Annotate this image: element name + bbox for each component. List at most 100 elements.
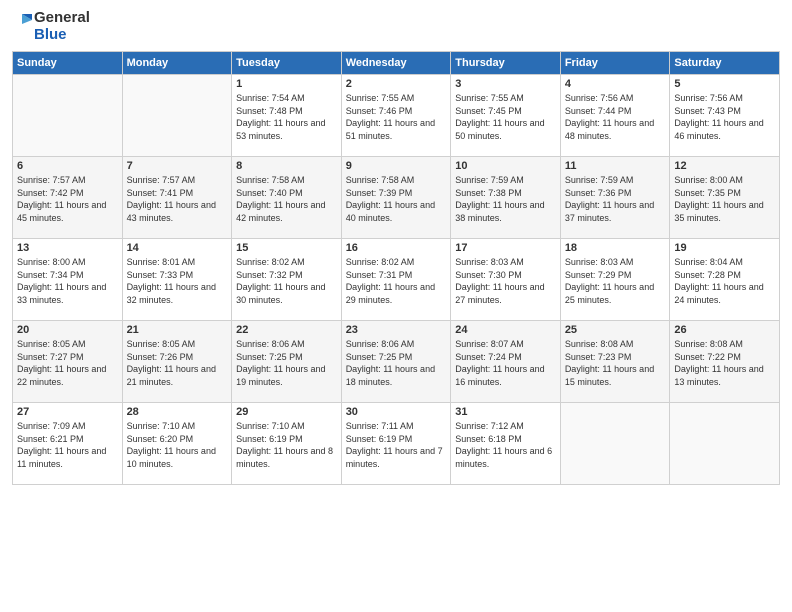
calendar-cell: 17 Sunrise: 8:03 AM Sunset: 7:30 PM Dayli…	[451, 239, 561, 321]
day-number: 15	[236, 242, 337, 254]
header: General Blue	[12, 10, 780, 43]
logo: General Blue	[12, 10, 90, 43]
calendar-cell: 14 Sunrise: 8:01 AM Sunset: 7:33 PM Dayli…	[122, 239, 232, 321]
day-info: Sunrise: 7:09 AM Sunset: 6:21 PM Dayligh…	[17, 420, 118, 470]
logo-blue-text: Blue	[34, 27, 90, 44]
calendar-cell: 21Sunrise: 8:05 AM Sunset: 7:26 PM Dayli…	[122, 321, 232, 403]
day-number: 22	[236, 324, 337, 336]
day-info: Sunrise: 7:58 AM Sunset: 7:40 PM Dayligh…	[236, 174, 337, 224]
day-info: Sunrise: 8:08 AM Sunset: 7:23 PM Dayligh…	[565, 338, 666, 388]
day-number: 10	[455, 160, 556, 172]
day-number: 1	[236, 78, 337, 90]
calendar-cell: 8 Sunrise: 7:58 AM Sunset: 7:40 PM Daylig…	[232, 157, 342, 239]
day-number: 30	[346, 406, 447, 418]
main-container: General Blue SundayMondayTuesdayWednesda…	[0, 0, 792, 493]
calendar-cell: 1 Sunrise: 7:54 AM Sunset: 7:48 PM Daylig…	[232, 75, 342, 157]
calendar-cell: 2 Sunrise: 7:55 AM Sunset: 7:46 PM Daylig…	[341, 75, 451, 157]
week-row-5: 27 Sunrise: 7:09 AM Sunset: 6:21 PM Dayli…	[13, 403, 780, 485]
day-number: 11	[565, 160, 666, 172]
day-number: 26	[674, 324, 775, 336]
day-number: 13	[17, 242, 118, 254]
calendar-cell: 11 Sunrise: 7:59 AM Sunset: 7:36 PM Dayli…	[560, 157, 670, 239]
calendar-cell: 5 Sunrise: 7:56 AM Sunset: 7:43 PM Daylig…	[670, 75, 780, 157]
day-info: Sunrise: 8:02 AM Sunset: 7:32 PM Dayligh…	[236, 256, 337, 306]
header-day-wednesday: Wednesday	[341, 52, 451, 75]
calendar-cell: 31 Sunrise: 7:12 AM Sunset: 6:18 PM Dayli…	[451, 403, 561, 485]
calendar-cell	[560, 403, 670, 485]
day-info: Sunrise: 7:59 AM Sunset: 7:36 PM Dayligh…	[565, 174, 666, 224]
day-number: 31	[455, 406, 556, 418]
day-info: Sunrise: 8:07 AM Sunset: 7:24 PM Dayligh…	[455, 338, 556, 388]
header-day-tuesday: Tuesday	[232, 52, 342, 75]
calendar-cell	[670, 403, 780, 485]
calendar-cell: 13 Sunrise: 8:00 AM Sunset: 7:34 PM Dayli…	[13, 239, 123, 321]
day-number: 7	[127, 160, 228, 172]
calendar-cell: 25 Sunrise: 8:08 AM Sunset: 7:23 PM Dayli…	[560, 321, 670, 403]
day-info: Sunrise: 7:54 AM Sunset: 7:48 PM Dayligh…	[236, 92, 337, 142]
day-number: 28	[127, 406, 228, 418]
day-info: Sunrise: 8:00 AM Sunset: 7:35 PM Dayligh…	[674, 174, 775, 224]
calendar-cell: 16 Sunrise: 8:02 AM Sunset: 7:31 PM Dayli…	[341, 239, 451, 321]
day-info: Sunrise: 8:06 AM Sunset: 7:25 PM Dayligh…	[236, 338, 337, 388]
calendar-cell: 19 Sunrise: 8:04 AM Sunset: 7:28 PM Dayli…	[670, 239, 780, 321]
day-info: Sunrise: 8:05 AM Sunset: 7:27 PM Dayligh…	[17, 338, 118, 388]
day-number: 19	[674, 242, 775, 254]
week-row-3: 13 Sunrise: 8:00 AM Sunset: 7:34 PM Dayli…	[13, 239, 780, 321]
day-info: Sunrise: 8:02 AM Sunset: 7:31 PM Dayligh…	[346, 256, 447, 306]
day-number: 25	[565, 324, 666, 336]
day-number: 23	[346, 324, 447, 336]
day-info: Sunrise: 7:11 AM Sunset: 6:19 PM Dayligh…	[346, 420, 447, 470]
calendar-cell: 28Sunrise: 7:10 AM Sunset: 6:20 PM Dayli…	[122, 403, 232, 485]
calendar-cell: 7 Sunrise: 7:57 AM Sunset: 7:41 PM Daylig…	[122, 157, 232, 239]
day-number: 14	[127, 242, 228, 254]
day-number: 9	[346, 160, 447, 172]
day-info: Sunrise: 7:58 AM Sunset: 7:39 PM Dayligh…	[346, 174, 447, 224]
day-number: 3	[455, 78, 556, 90]
calendar-cell: 24Sunrise: 8:07 AM Sunset: 7:24 PM Dayli…	[451, 321, 561, 403]
header-day-sunday: Sunday	[13, 52, 123, 75]
calendar-cell: 20 Sunrise: 8:05 AM Sunset: 7:27 PM Dayli…	[13, 321, 123, 403]
calendar-cell: 30 Sunrise: 7:11 AM Sunset: 6:19 PM Dayli…	[341, 403, 451, 485]
logo-general-text: General	[34, 10, 90, 27]
day-number: 6	[17, 160, 118, 172]
day-number: 8	[236, 160, 337, 172]
calendar-cell: 15 Sunrise: 8:02 AM Sunset: 7:32 PM Dayli…	[232, 239, 342, 321]
day-number: 18	[565, 242, 666, 254]
day-info: Sunrise: 7:57 AM Sunset: 7:41 PM Dayligh…	[127, 174, 228, 224]
day-info: Sunrise: 8:04 AM Sunset: 7:28 PM Dayligh…	[674, 256, 775, 306]
day-info: Sunrise: 7:59 AM Sunset: 7:38 PM Dayligh…	[455, 174, 556, 224]
week-row-4: 20 Sunrise: 8:05 AM Sunset: 7:27 PM Dayli…	[13, 321, 780, 403]
day-number: 29	[236, 406, 337, 418]
calendar-cell: 9 Sunrise: 7:58 AM Sunset: 7:39 PM Daylig…	[341, 157, 451, 239]
day-info: Sunrise: 8:03 AM Sunset: 7:29 PM Dayligh…	[565, 256, 666, 306]
day-info: Sunrise: 8:03 AM Sunset: 7:30 PM Dayligh…	[455, 256, 556, 306]
header-day-friday: Friday	[560, 52, 670, 75]
day-info: Sunrise: 7:57 AM Sunset: 7:42 PM Dayligh…	[17, 174, 118, 224]
day-info: Sunrise: 7:12 AM Sunset: 6:18 PM Dayligh…	[455, 420, 556, 470]
calendar-cell: 10 Sunrise: 7:59 AM Sunset: 7:38 PM Dayli…	[451, 157, 561, 239]
day-number: 27	[17, 406, 118, 418]
week-row-2: 6 Sunrise: 7:57 AM Sunset: 7:42 PM Daylig…	[13, 157, 780, 239]
day-info: Sunrise: 7:56 AM Sunset: 7:44 PM Dayligh…	[565, 92, 666, 142]
day-number: 5	[674, 78, 775, 90]
day-info: Sunrise: 8:06 AM Sunset: 7:25 PM Dayligh…	[346, 338, 447, 388]
calendar-cell: 27 Sunrise: 7:09 AM Sunset: 6:21 PM Dayli…	[13, 403, 123, 485]
day-info: Sunrise: 7:55 AM Sunset: 7:45 PM Dayligh…	[455, 92, 556, 142]
calendar-cell: 22 Sunrise: 8:06 AM Sunset: 7:25 PM Dayli…	[232, 321, 342, 403]
day-number: 16	[346, 242, 447, 254]
day-info: Sunrise: 7:55 AM Sunset: 7:46 PM Dayligh…	[346, 92, 447, 142]
day-number: 17	[455, 242, 556, 254]
day-info: Sunrise: 7:10 AM Sunset: 6:19 PM Dayligh…	[236, 420, 337, 470]
day-number: 21	[127, 324, 228, 336]
calendar-cell: 29 Sunrise: 7:10 AM Sunset: 6:19 PM Dayli…	[232, 403, 342, 485]
header-day-saturday: Saturday	[670, 52, 780, 75]
day-info: Sunrise: 8:01 AM Sunset: 7:33 PM Dayligh…	[127, 256, 228, 306]
calendar-cell: 18 Sunrise: 8:03 AM Sunset: 7:29 PM Dayli…	[560, 239, 670, 321]
day-number: 20	[17, 324, 118, 336]
day-number: 2	[346, 78, 447, 90]
calendar-cell: 6 Sunrise: 7:57 AM Sunset: 7:42 PM Daylig…	[13, 157, 123, 239]
calendar-cell: 3 Sunrise: 7:55 AM Sunset: 7:45 PM Daylig…	[451, 75, 561, 157]
day-info: Sunrise: 7:56 AM Sunset: 7:43 PM Dayligh…	[674, 92, 775, 142]
header-day-monday: Monday	[122, 52, 232, 75]
day-info: Sunrise: 8:00 AM Sunset: 7:34 PM Dayligh…	[17, 256, 118, 306]
